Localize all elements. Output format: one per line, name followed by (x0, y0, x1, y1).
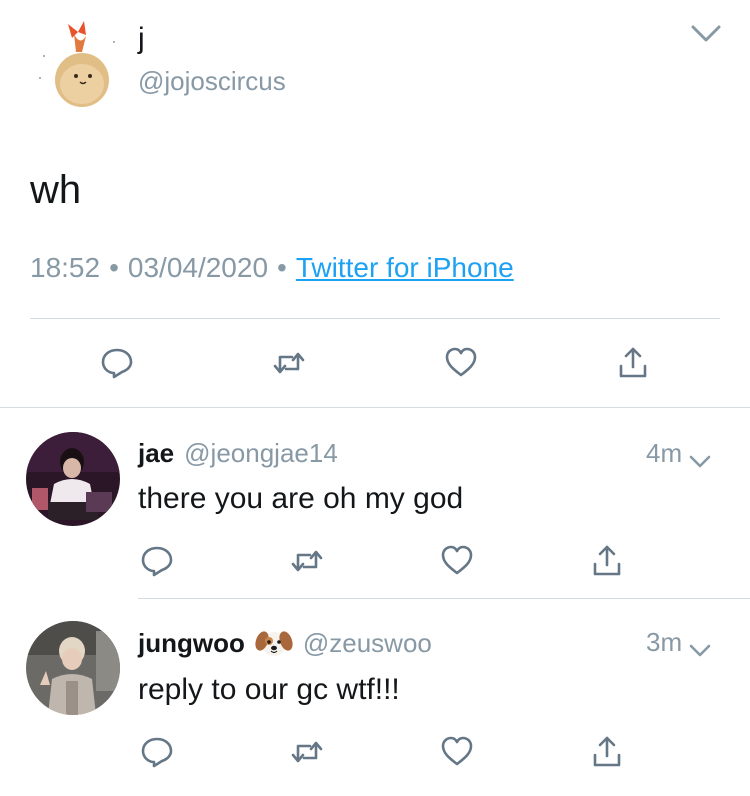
retweet-icon[interactable] (290, 735, 324, 769)
reply-tweet[interactable]: jungwoo @zeuswoo 3m reply to our gc wtf!… (0, 599, 750, 796)
heart-icon[interactable] (440, 735, 474, 769)
reply-tweet[interactable]: jae @jeongjae14 4m there you are oh my g… (0, 408, 750, 598)
reply-timestamp: 3m (646, 627, 712, 658)
share-icon[interactable] (590, 544, 624, 578)
reply-icon[interactable] (140, 735, 174, 769)
divider (30, 318, 720, 319)
reply-timestamp: 4m (646, 438, 712, 469)
avatar[interactable] (26, 621, 120, 715)
chevron-down-icon[interactable] (690, 24, 722, 44)
retweet-icon[interactable] (272, 346, 306, 380)
reply-header: jungwoo @zeuswoo (138, 627, 432, 659)
reply-text: there you are oh my god (138, 482, 464, 515)
reply-display-name[interactable]: jae (138, 438, 174, 469)
chevron-down-icon[interactable] (688, 635, 712, 656)
separator-dot: • (277, 252, 287, 283)
author-avatar[interactable] (30, 18, 125, 113)
reply-time: 4m (646, 438, 683, 468)
reply-header: jae @jeongjae14 (138, 438, 338, 469)
tweet-date: 03/04/2020 (127, 252, 269, 283)
tweet-time: 18:52 (30, 252, 101, 283)
share-icon[interactable] (590, 735, 624, 769)
chevron-down-icon[interactable] (688, 446, 712, 467)
reply-icon[interactable] (100, 346, 134, 380)
reply-display-name[interactable]: jungwoo (138, 628, 245, 659)
retweet-icon[interactable] (290, 544, 324, 578)
tweet-detail-screen: j @jojoscircus wh 18:52 • 03/04/2020 • T… (0, 0, 750, 796)
reply-icon[interactable] (140, 544, 174, 578)
share-icon[interactable] (616, 346, 650, 380)
author-display-name[interactable]: j (138, 22, 145, 56)
puppy-face-emoji (255, 627, 293, 659)
reply-handle[interactable]: @jeongjae14 (184, 438, 338, 469)
separator-dot: • (109, 252, 119, 283)
heart-icon[interactable] (440, 544, 474, 578)
tweet-metadata: 18:52 • 03/04/2020 • Twitter for iPhone (30, 252, 514, 284)
reply-handle[interactable]: @zeuswoo (303, 628, 432, 659)
reply-time: 3m (646, 627, 683, 657)
tweet-text: wh (30, 168, 82, 212)
reply-text: reply to our gc wtf!!! (138, 673, 400, 706)
author-handle[interactable]: @jojoscircus (138, 66, 286, 97)
heart-icon[interactable] (444, 346, 478, 380)
main-tweet: j @jojoscircus wh 18:52 • 03/04/2020 • T… (0, 0, 750, 408)
tweet-source-link[interactable]: Twitter for iPhone (296, 252, 514, 284)
avatar[interactable] (26, 432, 120, 526)
